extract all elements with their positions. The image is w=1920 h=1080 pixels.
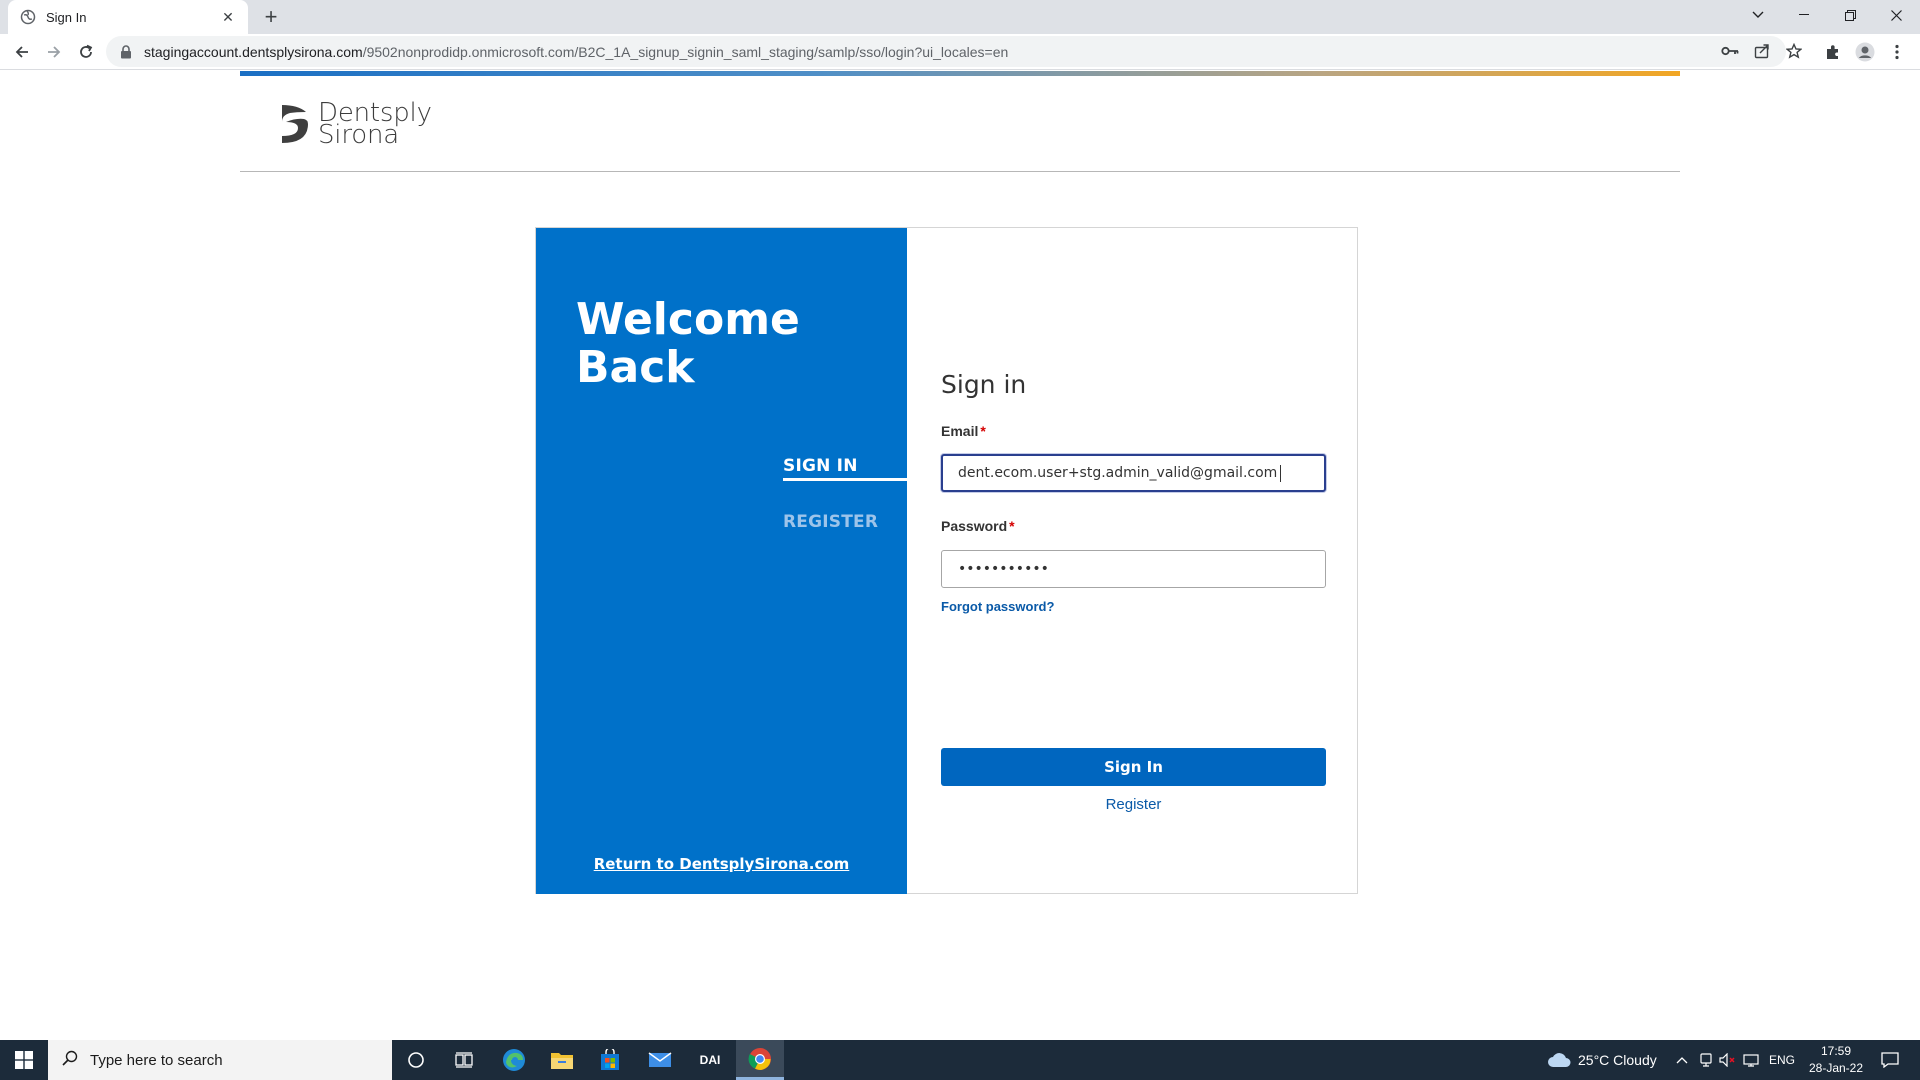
forward-icon[interactable] <box>40 38 68 66</box>
globe-icon <box>20 9 36 25</box>
form-title: Sign in <box>941 370 1027 399</box>
welcome-heading-line1: Welcome <box>576 294 800 345</box>
restore-icon[interactable] <box>1828 0 1872 30</box>
logo-text: Dentsply Sirona <box>318 100 432 148</box>
edge-browser-icon[interactable] <box>490 1040 538 1080</box>
required-mark: * <box>980 423 986 439</box>
tab-search-icon[interactable] <box>1736 0 1780 30</box>
clock-date: 28-Jan-22 <box>1808 1061 1864 1075</box>
sign-in-button[interactable]: Sign In <box>941 748 1326 786</box>
task-view-icon[interactable] <box>440 1040 488 1080</box>
close-window-icon[interactable] <box>1874 0 1918 30</box>
email-label-text: Email <box>941 423 979 439</box>
welcome-heading: Welcome Back <box>576 296 800 392</box>
welcome-heading-line2: Back <box>576 342 695 393</box>
password-label: Password * <box>941 518 1015 534</box>
clock-time: 17:59 <box>1820 1044 1852 1058</box>
search-placeholder: Type here to search <box>90 1051 223 1069</box>
address-bar[interactable]: stagingaccount.dentsplysirona.com/9502no… <box>106 36 1786 67</box>
email-value: dent.ecom.user+stg.admin_valid@gmail.com <box>958 465 1278 481</box>
logo-mark-icon <box>282 105 308 143</box>
chrome-icon[interactable] <box>736 1040 784 1080</box>
text-caret <box>1280 464 1282 482</box>
new-tab-button[interactable]: + <box>258 4 284 29</box>
meet-now-icon[interactable] <box>1696 1050 1716 1070</box>
dentsply-sirona-logo[interactable]: Dentsply Sirona <box>280 100 432 148</box>
cortana-icon[interactable] <box>392 1040 440 1080</box>
share-icon[interactable] <box>1752 41 1772 61</box>
dai-app-icon[interactable]: DAI <box>686 1040 734 1080</box>
close-tab-icon[interactable]: ✕ <box>218 7 238 27</box>
language-indicator[interactable]: ENG <box>1769 1040 1795 1080</box>
profile-avatar-icon[interactable] <box>1852 39 1878 65</box>
extensions-puzzle-icon[interactable] <box>1820 39 1846 65</box>
browser-toolbar: stagingaccount.dentsplysirona.com/9502no… <box>0 34 1920 70</box>
password-field[interactable]: ••••••••••• <box>941 550 1326 588</box>
browser-menu-icon[interactable] <box>1884 39 1910 65</box>
brand-gradient-bar <box>240 71 1680 76</box>
bookmark-star-icon[interactable] <box>1784 41 1804 61</box>
windows-taskbar: Type here to search DAI 25°C Cloudy ENG … <box>0 1040 1920 1080</box>
browser-tab[interactable]: Sign In ✕ <box>8 0 248 34</box>
forgot-password-link[interactable]: Forgot password? <box>941 599 1054 614</box>
page-content: Dentsply Sirona Welcome Back SIGN IN REG… <box>0 71 1920 1040</box>
url-path: /9502nonprodidp.onmicrosoft.com/B2C_1A_s… <box>362 43 1009 60</box>
file-explorer-icon[interactable] <box>538 1040 586 1080</box>
browser-tab-strip: Sign In ✕ + <box>0 0 1920 34</box>
url-domain: stagingaccount.dentsplysirona.com <box>144 43 363 60</box>
required-mark: * <box>1009 518 1015 534</box>
active-tab-indicator <box>783 478 907 481</box>
url-text: stagingaccount.dentsplysirona.com/9502no… <box>144 44 1008 60</box>
microsoft-store-icon[interactable] <box>586 1040 634 1080</box>
key-icon[interactable] <box>1720 41 1740 61</box>
notification-center-icon[interactable] <box>1880 1050 1900 1070</box>
header-divider <box>240 171 1680 172</box>
weather-text[interactable]: 25°C Cloudy <box>1578 1040 1657 1080</box>
password-value: ••••••••••• <box>958 561 1049 577</box>
tab-sign-in[interactable]: SIGN IN <box>783 456 858 476</box>
tab-register[interactable]: REGISTER <box>783 512 878 532</box>
register-link[interactable]: Register <box>941 796 1326 813</box>
taskbar-search-box[interactable]: Type here to search <box>48 1040 392 1080</box>
dai-app-label: DAI <box>699 1053 721 1067</box>
signin-card: Welcome Back SIGN IN REGISTER Return to … <box>535 227 1358 894</box>
email-field[interactable]: dent.ecom.user+stg.admin_valid@gmail.com <box>941 454 1326 492</box>
search-icon <box>62 1050 78 1070</box>
welcome-panel: Welcome Back SIGN IN REGISTER Return to … <box>536 228 907 894</box>
taskbar-clock[interactable]: 17:59 28-Jan-22 <box>1800 1043 1872 1077</box>
speaker-muted-icon[interactable] <box>1718 1050 1738 1070</box>
password-label-text: Password <box>941 518 1008 534</box>
return-to-site-link[interactable]: Return to DentsplySirona.com <box>536 855 907 873</box>
email-label: Email * <box>941 423 986 439</box>
network-icon[interactable] <box>1742 1050 1762 1070</box>
tab-title: Sign In <box>46 9 87 25</box>
chevron-up-icon[interactable] <box>1672 1050 1692 1070</box>
mail-icon[interactable] <box>636 1040 684 1080</box>
back-icon[interactable] <box>8 38 36 66</box>
cloudy-weather-icon[interactable] <box>1546 1050 1572 1070</box>
reload-icon[interactable] <box>72 38 100 66</box>
minimize-icon[interactable] <box>1782 0 1826 30</box>
signin-form: Sign in Email * dent.ecom.user+stg.admin_… <box>941 228 1326 894</box>
lock-icon[interactable] <box>120 44 132 59</box>
windows-start-icon[interactable] <box>0 1040 48 1080</box>
